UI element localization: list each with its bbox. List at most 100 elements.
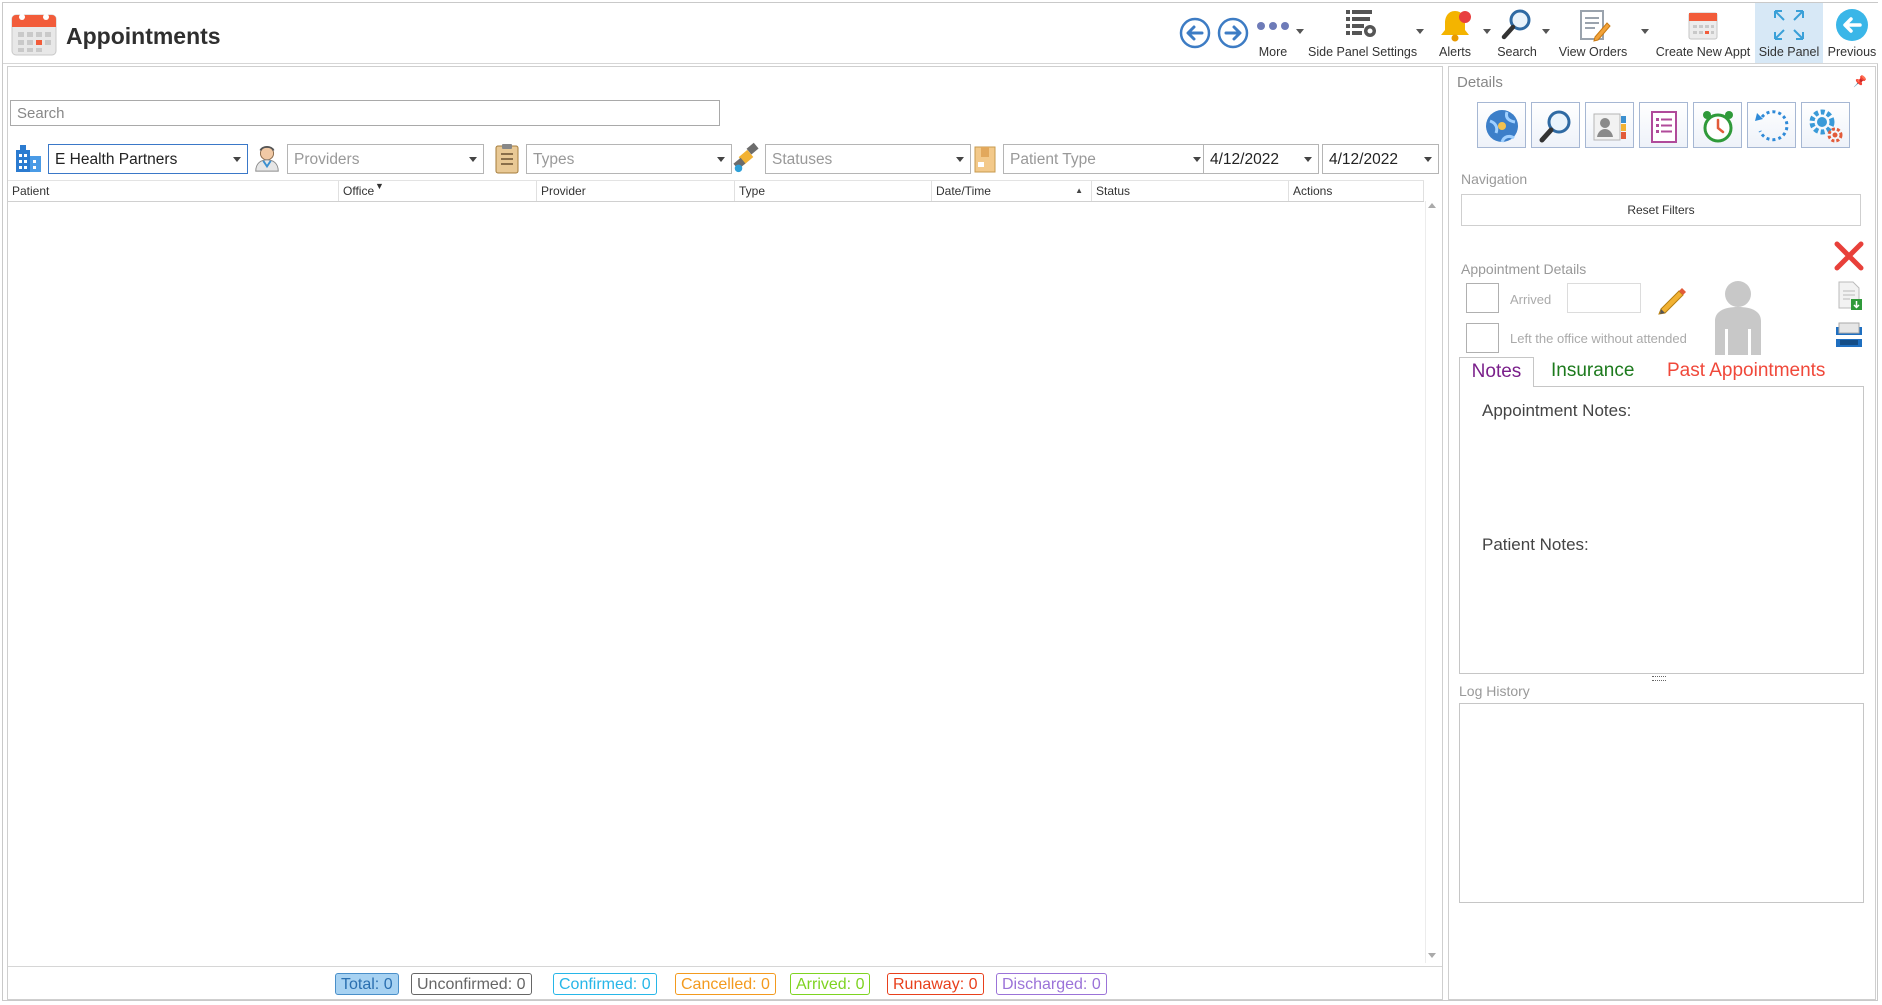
calendar-icon <box>11 14 57 56</box>
appointment-details-label: Appointment Details <box>1461 261 1587 277</box>
back-icon[interactable] <box>1179 17 1211 49</box>
date-from-picker[interactable]: 4/12/2022 <box>1203 144 1319 174</box>
date-to-picker[interactable]: 4/12/2022 <box>1322 144 1439 174</box>
side-panel-settings-icon <box>1346 10 1376 37</box>
grid-vertical-scrollbar[interactable] <box>1425 201 1442 963</box>
appointments-main-panel: E Health Partners Providers Types Status… <box>7 66 1443 1000</box>
appointments-grid-header: Patient Office ▼ Provider Type Date/Time ▲… <box>8 180 1424 202</box>
column-header-provider[interactable]: Provider <box>537 181 735 201</box>
alarm-clock-button[interactable] <box>1693 102 1742 148</box>
tab-notes[interactable]: Notes <box>1459 357 1534 387</box>
status-badge-discharged[interactable]: Discharged: 0 <box>996 973 1107 995</box>
previous-button[interactable]: Previous <box>1825 3 1879 63</box>
status-badge-cancelled[interactable]: Cancelled: 0 <box>675 973 776 995</box>
view-orders-button[interactable]: View Orders <box>1556 3 1630 63</box>
person-icon <box>1715 281 1761 355</box>
status-badge-runaway[interactable]: Runaway: 0 <box>887 973 984 995</box>
search-input[interactable] <box>10 100 720 126</box>
top-toolbar: Appointments More Side Panel Settings Al… <box>3 3 1878 64</box>
inbox-icon[interactable] <box>1832 319 1866 351</box>
search-icon <box>1501 9 1531 40</box>
column-header-datetime[interactable]: Date/Time ▲ <box>932 181 1092 201</box>
search-caret[interactable] <box>1542 29 1550 34</box>
alerts-button[interactable]: Alerts <box>1431 3 1479 63</box>
providers-select[interactable]: Providers <box>287 144 484 174</box>
chevron-down-icon <box>1304 157 1312 162</box>
patient-type-select[interactable]: Patient Type <box>1003 144 1208 174</box>
sort-ascending-icon: ▲ <box>1075 186 1083 195</box>
chevron-down-icon <box>717 157 725 162</box>
satellite-icon <box>733 142 759 173</box>
close-icon[interactable] <box>1832 239 1866 273</box>
magnifier-icon <box>1539 110 1571 143</box>
view-orders-caret[interactable] <box>1641 29 1649 34</box>
provider-icon <box>255 146 279 172</box>
column-header-actions[interactable]: Actions <box>1289 181 1424 201</box>
office-select[interactable]: E Health Partners <box>48 144 248 174</box>
status-badge-arrived[interactable]: Arrived: 0 <box>790 973 871 995</box>
alerts-caret[interactable] <box>1483 29 1491 34</box>
pencil-icon[interactable] <box>1655 283 1687 315</box>
forward-icon[interactable] <box>1217 17 1249 49</box>
log-history-box <box>1459 703 1864 903</box>
side-panel-settings-caret[interactable] <box>1416 29 1424 34</box>
contact-card-button[interactable] <box>1585 102 1634 148</box>
status-badge-total[interactable]: Total: 0 <box>335 973 399 995</box>
arrived-label: Arrived <box>1510 292 1552 307</box>
contact-card-icon <box>1593 113 1626 141</box>
column-header-office[interactable]: Office ▼ <box>339 181 537 201</box>
status-badge-unconfirmed[interactable]: Unconfirmed: 0 <box>411 973 532 995</box>
notes-tab-content: Appointment Notes: Patient Notes: <box>1459 386 1864 674</box>
details-side-panel: Details 📌 Navigation Reset Filters Appoi… <box>1448 66 1876 1000</box>
refresh-button[interactable] <box>1747 102 1796 148</box>
reset-filters-button[interactable]: Reset Filters <box>1461 194 1861 226</box>
chevron-down-icon <box>233 157 241 162</box>
chevron-down-icon <box>956 157 964 162</box>
globe-button[interactable] <box>1477 102 1526 148</box>
globe-icon <box>1486 110 1518 143</box>
column-header-type[interactable]: Type <box>735 181 932 201</box>
filter-funnel-icon[interactable]: ▼ <box>375 176 384 196</box>
side-panel-title: Details <box>1457 74 1503 91</box>
pin-icon[interactable]: 📌 <box>1853 75 1867 88</box>
alarm-clock-icon <box>1703 111 1733 143</box>
refresh-icon <box>1755 110 1789 142</box>
status-badge-confirmed[interactable]: Confirmed: 0 <box>553 973 657 995</box>
chevron-down-icon <box>469 157 477 162</box>
log-history-label: Log History <box>1459 683 1530 699</box>
column-header-patient[interactable]: Patient <box>8 181 339 201</box>
resize-grip[interactable] <box>1652 676 1666 681</box>
search-button[interactable]: Search <box>1493 3 1541 63</box>
more-button[interactable]: More <box>1251 3 1295 63</box>
scroll-down-icon[interactable] <box>1428 953 1436 958</box>
export-doc-icon[interactable] <box>1834 279 1864 311</box>
bell-icon <box>1441 11 1471 42</box>
tab-past-appointments[interactable]: Past Appointments <box>1667 357 1825 387</box>
tab-insurance[interactable]: Insurance <box>1551 357 1634 387</box>
patient-notes-label: Patient Notes: <box>1482 535 1589 554</box>
scroll-up-icon[interactable] <box>1428 203 1436 208</box>
column-header-status[interactable]: Status <box>1092 181 1289 201</box>
side-panel-toggle-button[interactable]: Side Panel <box>1755 3 1823 63</box>
clipboard-icon <box>495 144 519 174</box>
chevron-down-icon <box>1424 157 1432 162</box>
left-office-checkbox[interactable] <box>1466 323 1499 353</box>
create-new-appt-button[interactable]: Create New Appt <box>1654 3 1752 63</box>
chevron-down-icon <box>1193 157 1201 162</box>
arrived-time-field[interactable] <box>1567 283 1641 313</box>
settings-button[interactable] <box>1801 102 1850 148</box>
checklist-button[interactable] <box>1639 102 1688 148</box>
status-summary-bar: Total: 0 Unconfirmed: 0 Confirmed: 0 Can… <box>8 966 1442 1000</box>
side-panel-settings-button[interactable]: Side Panel Settings <box>1308 3 1417 63</box>
search-patient-button[interactable] <box>1531 102 1580 148</box>
expand-icon <box>1774 10 1804 40</box>
previous-icon <box>1836 9 1868 41</box>
page-title: Appointments <box>66 23 221 49</box>
types-select[interactable]: Types <box>526 144 732 174</box>
more-dropdown-caret[interactable] <box>1296 29 1304 34</box>
navigation-label: Navigation <box>1461 171 1528 187</box>
appointment-notes-label: Appointment Notes: <box>1482 401 1632 420</box>
arrived-checkbox[interactable] <box>1466 283 1499 313</box>
left-office-label: Left the office without attended <box>1510 331 1687 346</box>
statuses-select[interactable]: Statuses <box>765 144 971 174</box>
